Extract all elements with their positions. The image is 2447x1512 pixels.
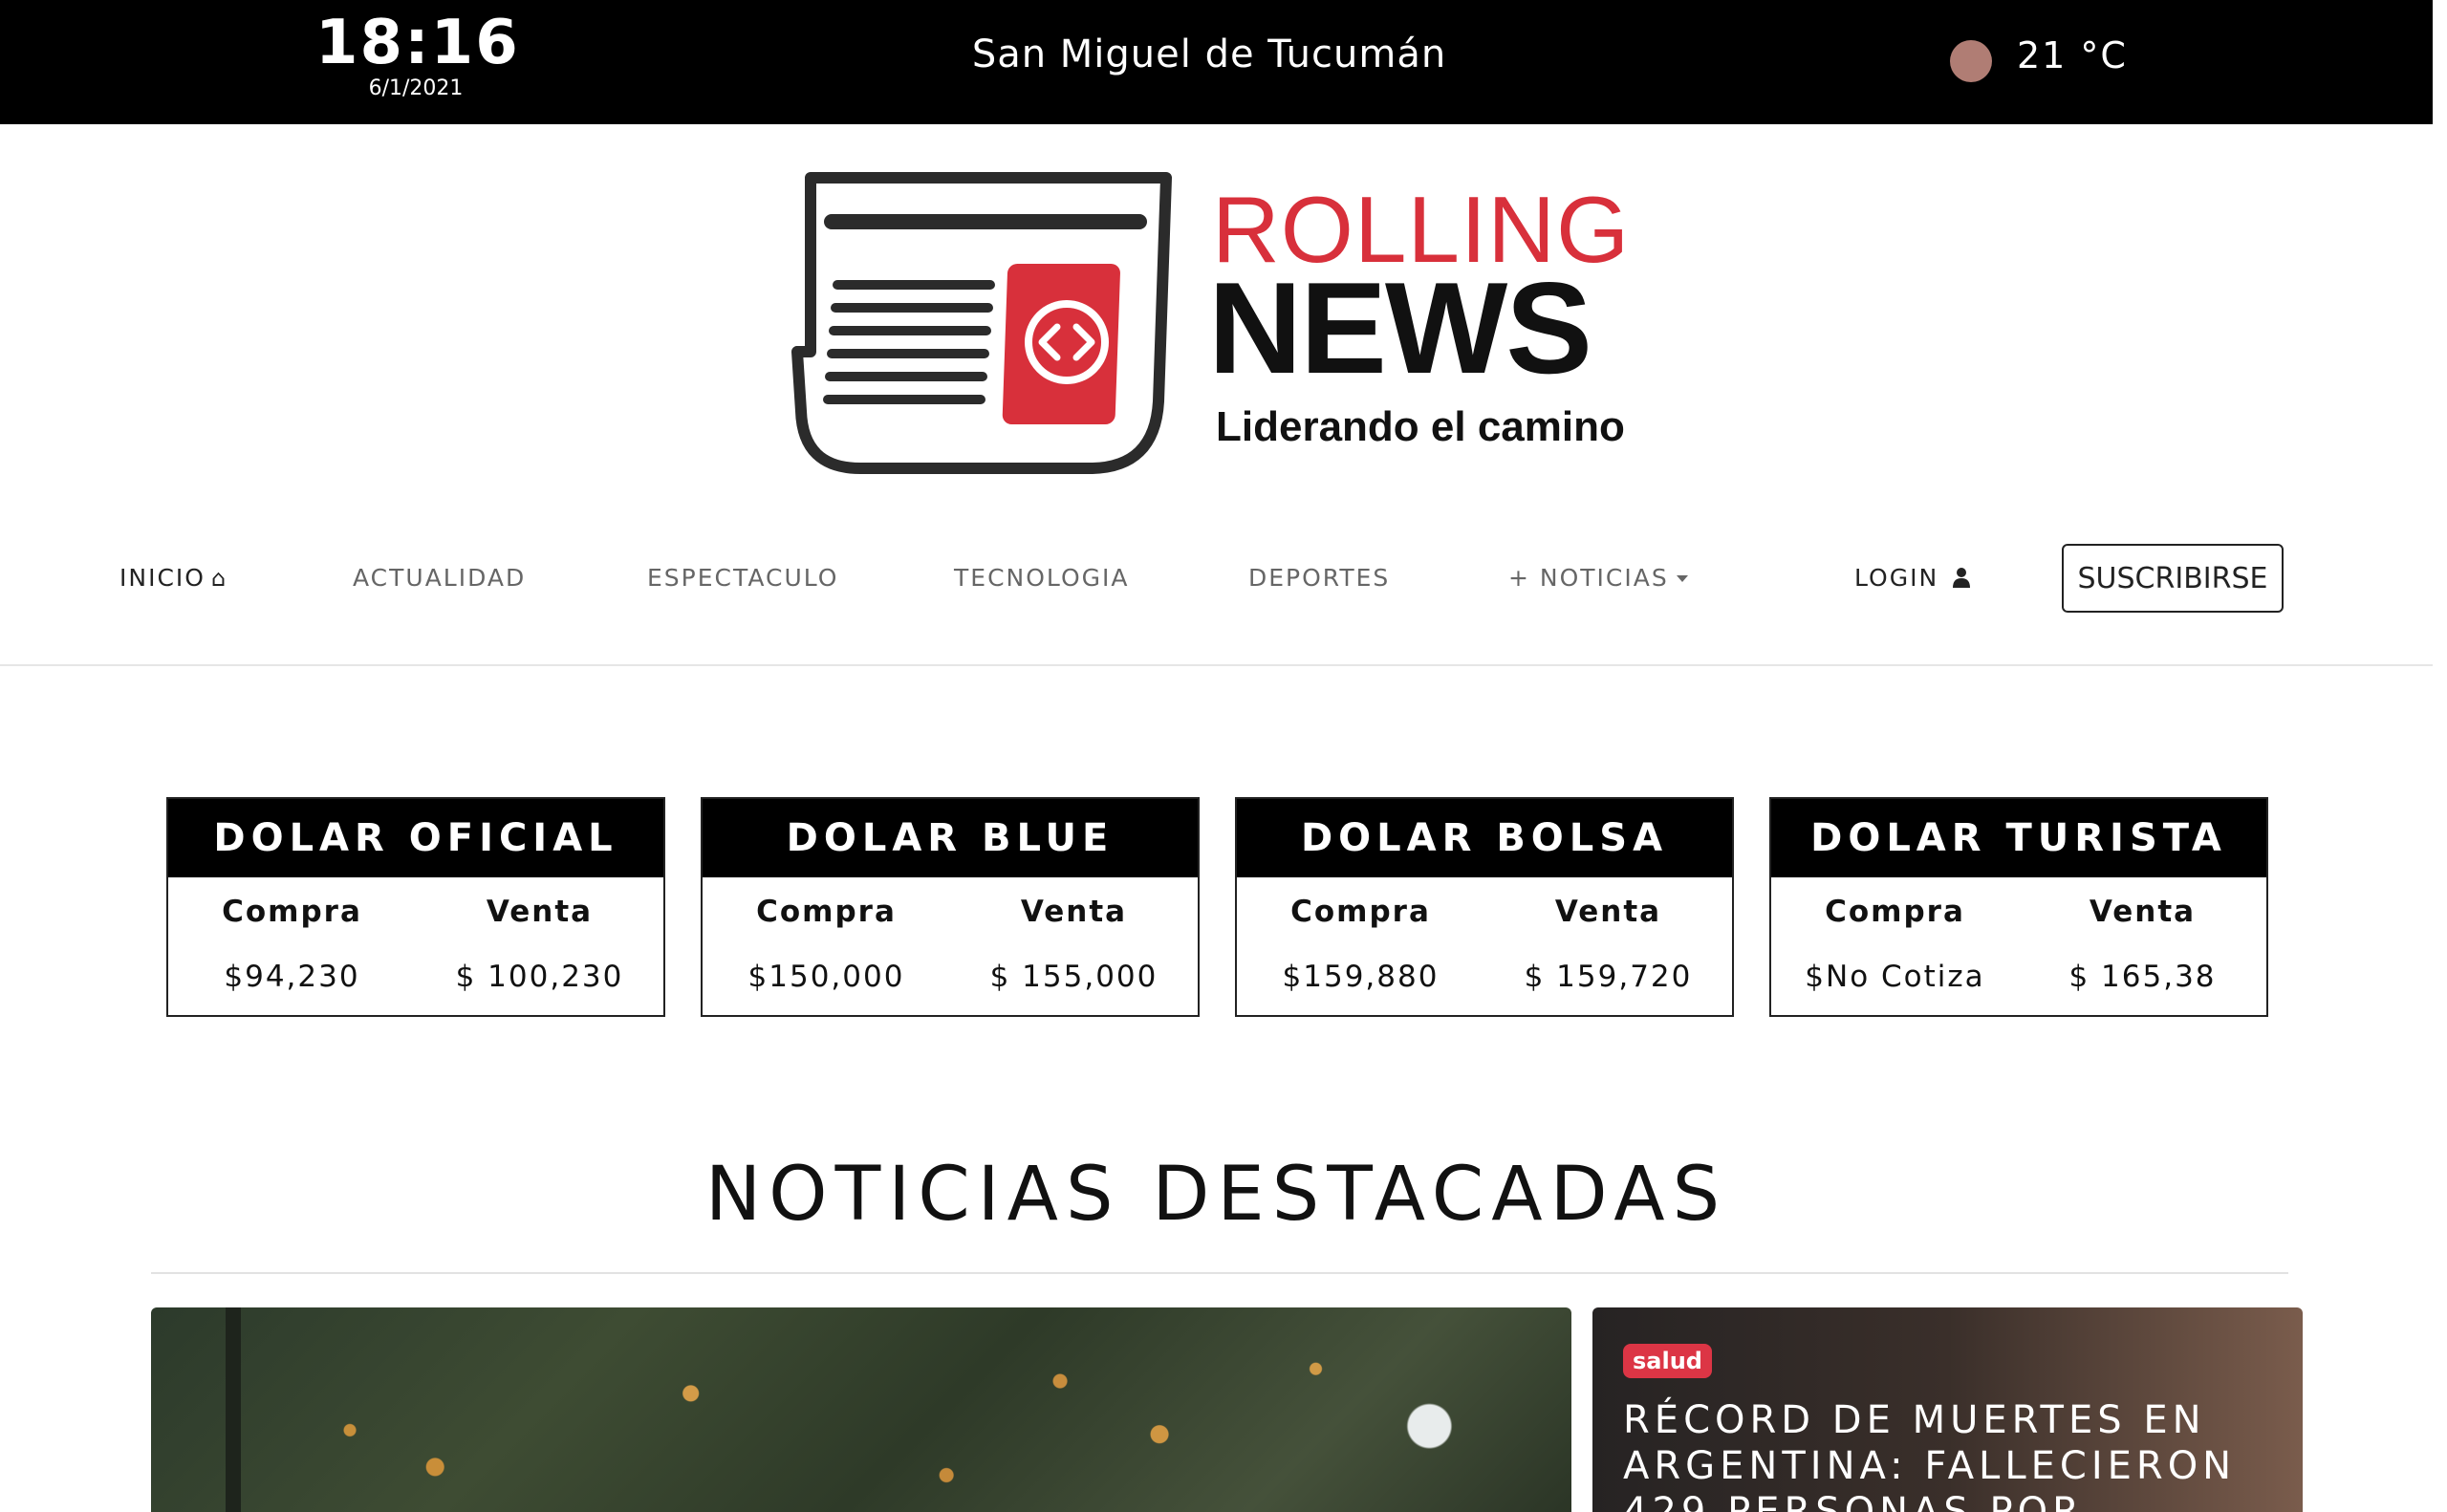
- buy-label: Compra: [756, 895, 897, 929]
- brand-tagline: Liderando el camino: [1216, 403, 1625, 450]
- hero-image-detail: [226, 1307, 241, 1512]
- nav-label: INICIO: [119, 564, 206, 592]
- nav-item-actualidad[interactable]: ACTUALIDAD: [353, 564, 526, 592]
- card-title: DOLAR BLUE: [703, 799, 1198, 877]
- user-icon: [1953, 568, 1971, 588]
- buy-value: $94,230: [224, 960, 360, 994]
- buy-label: Compra: [1825, 895, 1965, 929]
- nav-label: + NOTICIAS: [1508, 564, 1669, 592]
- buy-label: Compra: [1290, 895, 1431, 929]
- sell-label: Venta: [2089, 895, 2197, 929]
- sell-value: $ 155,000: [989, 960, 1159, 994]
- dolar-blue-card: DOLAR BLUE Compra $150,000 Venta $ 155,0…: [701, 797, 1200, 1017]
- home-icon: ⌂: [210, 565, 228, 592]
- dolar-bolsa-card: DOLAR BOLSA Compra $159,880 Venta $ 159,…: [1235, 797, 1734, 1017]
- currency-cards: DOLAR OFICIAL Compra $94,230 Venta $ 100…: [0, 797, 2433, 1019]
- nav-divider: [0, 664, 2433, 666]
- section-title: NOTICIAS DESTACADAS: [704, 1152, 1728, 1238]
- brand-name-line2: NEWS: [1208, 255, 1592, 400]
- sell-label: Venta: [1020, 895, 1128, 929]
- caret-down-icon: [1676, 575, 1688, 582]
- nav-item-tecnologia[interactable]: TECNOLOGIA: [954, 564, 1129, 592]
- nav-item-espectaculo[interactable]: ESPECTACULO: [647, 564, 838, 592]
- weather: 21 °C: [1950, 29, 2128, 82]
- sell-label: Venta: [1554, 895, 1662, 929]
- dolar-oficial-card: DOLAR OFICIAL Compra $94,230 Venta $ 100…: [166, 797, 665, 1017]
- city-name: San Miguel de Tucumán: [971, 32, 1447, 76]
- news-headline[interactable]: RÉCORD DE MUERTES EN ARGENTINA: FALLECIE…: [1623, 1397, 2283, 1512]
- main-navigation: INICIO ⌂ ACTUALIDAD ESPECTACULO TECNOLOGI…: [0, 535, 2433, 621]
- buy-value: $159,880: [1282, 960, 1440, 994]
- nav-item-deportes[interactable]: DEPORTES: [1248, 564, 1390, 592]
- sell-value: $ 165,38: [2068, 960, 2217, 994]
- sell-value: $ 159,720: [1524, 960, 1693, 994]
- top-bar: 18:16 6/1/2021 San Miguel de Tucumán 21 …: [0, 0, 2433, 124]
- category-badge: salud: [1623, 1344, 1712, 1378]
- featured-side-card[interactable]: salud RÉCORD DE MUERTES EN ARGENTINA: FA…: [1592, 1307, 2303, 1512]
- clock-time: 18:16: [315, 8, 520, 78]
- dolar-turista-card: DOLAR TURISTA Compra $No Cotiza Venta $ …: [1769, 797, 2268, 1017]
- sell-value: $ 100,230: [455, 960, 624, 994]
- login-link[interactable]: LOGIN: [1854, 564, 1971, 592]
- temperature: 21 °C: [2017, 34, 2128, 76]
- card-title: DOLAR TURISTA: [1771, 799, 2266, 877]
- buy-label: Compra: [222, 895, 362, 929]
- login-label: LOGIN: [1854, 564, 1939, 592]
- buy-value: $150,000: [747, 960, 905, 994]
- clock: 18:16 6/1/2021: [315, 0, 520, 100]
- newspaper-icon: [791, 172, 1172, 474]
- card-title: DOLAR OFICIAL: [168, 799, 663, 877]
- section-divider: [151, 1272, 2288, 1274]
- nav-item-mas-noticias[interactable]: + NOTICIAS: [1508, 564, 1688, 592]
- sell-label: Venta: [486, 895, 594, 929]
- weather-icon: [1950, 40, 1992, 82]
- card-title: DOLAR BOLSA: [1237, 799, 1732, 877]
- buy-value: $No Cotiza: [1805, 960, 1985, 994]
- featured-hero-image[interactable]: [151, 1307, 1571, 1512]
- brand-logo[interactable]: ROLLING NEWS Liderando el camino: [784, 162, 1644, 487]
- subscribe-button[interactable]: SUSCRIBIRSE: [2062, 544, 2284, 613]
- nav-item-inicio[interactable]: INICIO ⌂: [119, 564, 227, 592]
